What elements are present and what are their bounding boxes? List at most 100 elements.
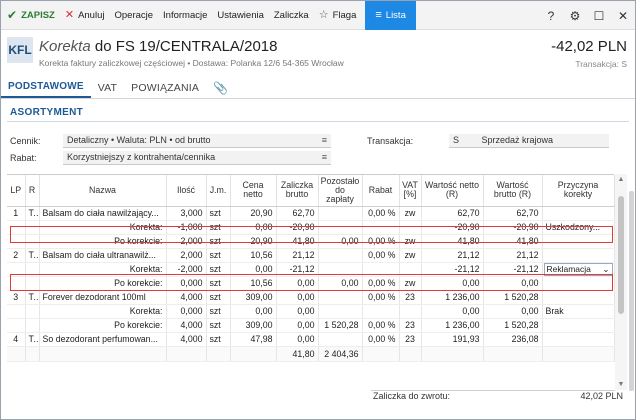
close-window-icon[interactable]: ✕ bbox=[611, 9, 635, 23]
table-cell: -20,90 bbox=[483, 220, 543, 235]
table-cell bbox=[362, 345, 400, 362]
table-cell bbox=[7, 304, 26, 319]
scroll-down-icon[interactable]: ▼ bbox=[615, 381, 627, 388]
hamburger-icon: ≡ bbox=[375, 8, 382, 21]
pricelist-field[interactable]: Detaliczny • Waluta: PLN • od brutto ≡ bbox=[63, 134, 331, 148]
table-cell: Brak bbox=[542, 304, 615, 319]
settings-menu[interactable]: Ustawienia bbox=[212, 1, 268, 30]
table-cell: 0,000 bbox=[166, 304, 207, 319]
column-header[interactable]: Ilość bbox=[166, 175, 207, 207]
table-cell: -21,12 bbox=[483, 262, 543, 277]
column-header[interactable]: J.m. bbox=[206, 175, 231, 207]
totals-row: 41,80 2 404,36 bbox=[7, 345, 615, 362]
table-cell bbox=[318, 206, 363, 221]
chevron-down-icon: ⌄ bbox=[602, 263, 610, 274]
transaction-code: S bbox=[453, 135, 460, 145]
checkmark-icon: ✔ bbox=[7, 8, 18, 22]
column-header[interactable]: Przyczyna korekty bbox=[542, 175, 615, 207]
star-icon: ☆ bbox=[318, 8, 329, 21]
operations-menu[interactable]: Operacje bbox=[109, 1, 158, 30]
toolbar: ✔ ZAPISZ ✕ Anuluj Operacje Informacje Us… bbox=[1, 0, 635, 30]
correction-reason-select[interactable]: Reklamacja ⌄ bbox=[543, 262, 613, 275]
column-header[interactable]: Rabat bbox=[362, 175, 400, 207]
gear-icon[interactable]: ⚙ bbox=[563, 9, 587, 23]
scroll-up-icon[interactable]: ▲ bbox=[615, 176, 627, 183]
table-row[interactable]: Po korekcie: 0,000 szt 10,56 0,00 0,00 0,00 % z… bbox=[7, 276, 615, 291]
discount-value: Korzystniejszy z kontrahenta/cennika bbox=[67, 152, 216, 162]
table-cell bbox=[318, 248, 363, 263]
document-amount: -42,02 PLN bbox=[551, 38, 627, 55]
table-cell bbox=[230, 345, 277, 362]
tab-vat[interactable]: VAT bbox=[91, 77, 124, 98]
advance-menu[interactable]: Zaliczka bbox=[269, 1, 314, 30]
table-cell: 0,00 bbox=[276, 332, 319, 347]
table-row[interactable]: Korekta: -1,000 szt 0,00 -20,90 -20,90 -20,90 U… bbox=[7, 220, 615, 235]
table-row[interactable]: Korekta: -2,000 szt 0,00 -21,12 -21,12 -21,12 R… bbox=[7, 262, 615, 277]
column-header[interactable]: Nazwa bbox=[39, 175, 167, 207]
tab-basic[interactable]: PODSTAWOWE bbox=[1, 77, 91, 98]
discount-field[interactable]: Korzystniejszy z kontrahenta/cennika ≡ bbox=[63, 151, 331, 165]
table-row[interactable]: Po korekcie: 2,000 szt 20,90 41,80 0,00 0,00 %… bbox=[7, 234, 615, 249]
paperclip-icon[interactable]: 📎 bbox=[206, 77, 235, 98]
table-cell: 62,70 bbox=[421, 206, 484, 221]
table-cell: szt bbox=[206, 220, 231, 235]
save-label: ZAPISZ bbox=[21, 9, 55, 21]
table-cell: 10,56 bbox=[230, 248, 277, 263]
page-scrollbar-thumb[interactable] bbox=[629, 191, 634, 391]
table-cell bbox=[362, 220, 400, 235]
information-menu[interactable]: Informacje bbox=[158, 1, 212, 30]
cancel-label: Anuluj bbox=[78, 9, 105, 21]
table-cell: 0,00 % bbox=[362, 206, 400, 221]
help-button[interactable]: ? bbox=[539, 9, 563, 23]
column-header[interactable]: Cena netto bbox=[230, 175, 277, 207]
page-scrollbar[interactable] bbox=[628, 101, 635, 401]
table-row[interactable]: 4T...So dezodorant perfumowan...4,000szt… bbox=[7, 332, 615, 347]
column-header[interactable]: VAT [%] bbox=[399, 175, 422, 207]
table-cell: 3 bbox=[7, 290, 26, 305]
transaction-field[interactable]: S Sprzedaż krajowa bbox=[449, 134, 609, 148]
table-cell: -2,000 bbox=[166, 262, 207, 277]
table-cell bbox=[206, 345, 231, 362]
maximize-icon[interactable]: ☐ bbox=[587, 9, 611, 23]
table-cell: 47,98 bbox=[230, 332, 277, 347]
table-cell bbox=[542, 332, 615, 347]
menu-icon: ≡ bbox=[321, 152, 327, 162]
table-cell bbox=[25, 304, 40, 319]
column-header[interactable]: Pozostało do zapłaty bbox=[318, 175, 363, 207]
flag-button[interactable]: ☆ Flaga bbox=[314, 1, 362, 30]
cancel-button[interactable]: ✕ Anuluj bbox=[60, 1, 110, 30]
header-transaction: Transakcja: S bbox=[575, 59, 627, 69]
table-cell: 1 520,28 bbox=[483, 318, 543, 333]
table-scrollbar[interactable]: ▲ ▼ bbox=[615, 174, 627, 390]
scrollbar-thumb[interactable] bbox=[618, 196, 624, 314]
table-cell: 0,00 % bbox=[362, 318, 400, 333]
table-row[interactable]: 3T...Forever dezodorant 100ml4,000szt309… bbox=[7, 290, 615, 305]
table-row[interactable]: 1T...Balsam do ciała nawilżający...3,000… bbox=[7, 206, 615, 221]
table-cell bbox=[483, 345, 543, 362]
table-cell: Balsam do ciała nawilżający... bbox=[39, 206, 167, 221]
column-header[interactable]: R bbox=[25, 175, 40, 207]
table-cell bbox=[25, 345, 40, 362]
table-cell: szt bbox=[206, 206, 231, 221]
table-cell bbox=[25, 276, 40, 291]
table-cell: 0,00 % bbox=[362, 290, 400, 305]
column-header[interactable]: LP bbox=[7, 175, 26, 207]
total-advance: 41,80 bbox=[276, 345, 319, 362]
refund-label: Zaliczka do zwrotu: bbox=[373, 391, 451, 401]
column-header[interactable]: Zaliczka brutto bbox=[276, 175, 319, 207]
table-cell: zw bbox=[399, 234, 422, 249]
table-cell: 0,00 bbox=[421, 304, 484, 319]
table-cell bbox=[25, 220, 40, 235]
column-header[interactable]: Wartość brutto (R) bbox=[483, 175, 543, 207]
table-row[interactable]: Korekta: 0,000 szt 0,00 0,00 0,00 0,00 Brak bbox=[7, 304, 615, 319]
list-button[interactable]: ≡ Lista bbox=[365, 0, 416, 30]
table-cell: Po korekcie: bbox=[39, 318, 167, 333]
save-button[interactable]: ✔ ZAPISZ bbox=[1, 1, 60, 30]
table-row[interactable]: Po korekcie: 4,000 szt 309,00 0,00 1 520,28 0,… bbox=[7, 318, 615, 333]
table-cell: 21,12 bbox=[276, 248, 319, 263]
table-row[interactable]: 2T...Balsam do ciała ultranawilż...2,000… bbox=[7, 248, 615, 263]
table-cell: 21,12 bbox=[483, 248, 543, 263]
tab-relations[interactable]: POWIĄZANIA bbox=[124, 77, 206, 98]
column-header[interactable]: Wartość netto (R) bbox=[421, 175, 484, 207]
tab-bar: PODSTAWOWE VAT POWIĄZANIA 📎 bbox=[1, 78, 635, 99]
